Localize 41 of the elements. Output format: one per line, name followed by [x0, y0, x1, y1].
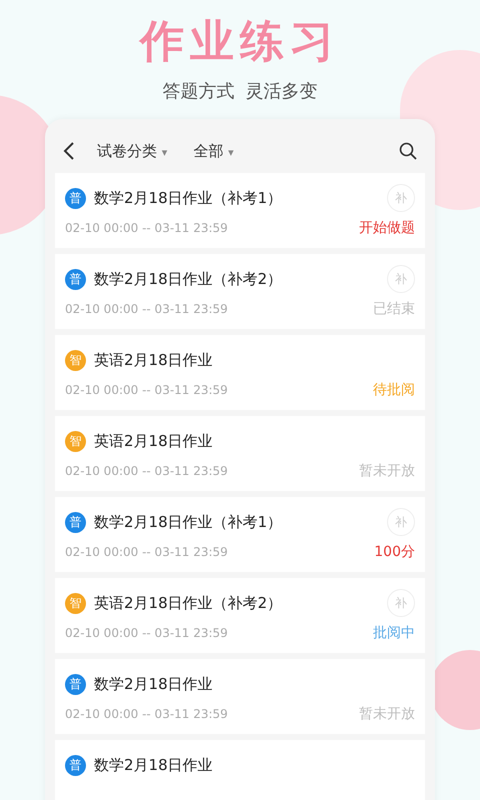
- assignment-title: 英语2月18日作业: [94, 350, 214, 370]
- date-range: 02-10 00:00 -- 03-11 23:59: [65, 626, 228, 640]
- status-label: 100分: [374, 543, 415, 561]
- type-badge: 普: [65, 512, 86, 532]
- back-icon: [63, 142, 75, 160]
- type-badge: 普: [65, 268, 86, 290]
- assignment-card[interactable]: 智 英语2月18日作业 02-10 00:00 -- 03-11 23:59 暂未开放: [55, 416, 425, 491]
- status-label: 开始做题: [359, 219, 415, 237]
- status-label: 批阅中: [373, 624, 415, 642]
- assignment-title: 数学2月18日作业（补考2）: [94, 270, 284, 288]
- assignment-card[interactable]: 普 数学2月18日作业 02-10 00:00 -- 03-11 23:59 暂未开放: [55, 659, 425, 734]
- assignment-title: 英语2月18日作业（补考2）: [94, 594, 284, 612]
- date-range: 02-10 00:00 -- 03-11 23:59: [65, 302, 228, 316]
- status-label: 暂未开放: [359, 705, 415, 723]
- status-label: 待批阅: [373, 381, 415, 399]
- filter-dropdown[interactable]: 全部 ▾: [189, 142, 238, 160]
- type-badge: 智: [65, 350, 86, 370]
- back-button[interactable]: [63, 142, 75, 160]
- type-badge: 普: [65, 188, 86, 208]
- type-badge: 智: [65, 430, 86, 452]
- assignment-title: 数学2月18日作业: [94, 756, 214, 774]
- date-range: 02-10 00:00 -- 03-11 23:59: [65, 221, 228, 235]
- assignment-title: 英语2月18日作业: [94, 432, 214, 450]
- status-label: 已结束: [373, 300, 415, 318]
- assignment-card[interactable]: 智 英语2月18日作业 02-10 00:00 -- 03-11 23:59 待批阅: [55, 335, 425, 410]
- date-range: 02-10 00:00 -- 03-11 23:59: [65, 707, 228, 721]
- assignment-title: 数学2月18日作业（补考1）: [94, 188, 284, 208]
- assignment-title: 数学2月18日作业（补考1）: [94, 512, 284, 532]
- type-badge: 普: [65, 754, 86, 776]
- type-badge: 智: [65, 592, 86, 614]
- type-badge: 普: [65, 674, 86, 694]
- date-range: 02-10 00:00 -- 03-11 23:59: [65, 383, 228, 397]
- promo-subtitle: 答题方式 灵活多变: [161, 80, 319, 103]
- date-range: 02-10 00:00 -- 03-11 23:59: [65, 464, 228, 478]
- promo-title: 作业练习: [138, 15, 341, 69]
- status-label: 暂未开放: [359, 462, 415, 480]
- search-icon[interactable]: [399, 142, 417, 160]
- assignment-title: 数学2月18日作业: [94, 674, 214, 694]
- filter-dropdown[interactable]: 试卷分类 ▾: [93, 142, 172, 160]
- assignment-card[interactable]: 普 数学2月18日作业: [55, 740, 425, 800]
- date-range: 02-10 00:00 -- 03-11 23:59: [65, 545, 228, 559]
